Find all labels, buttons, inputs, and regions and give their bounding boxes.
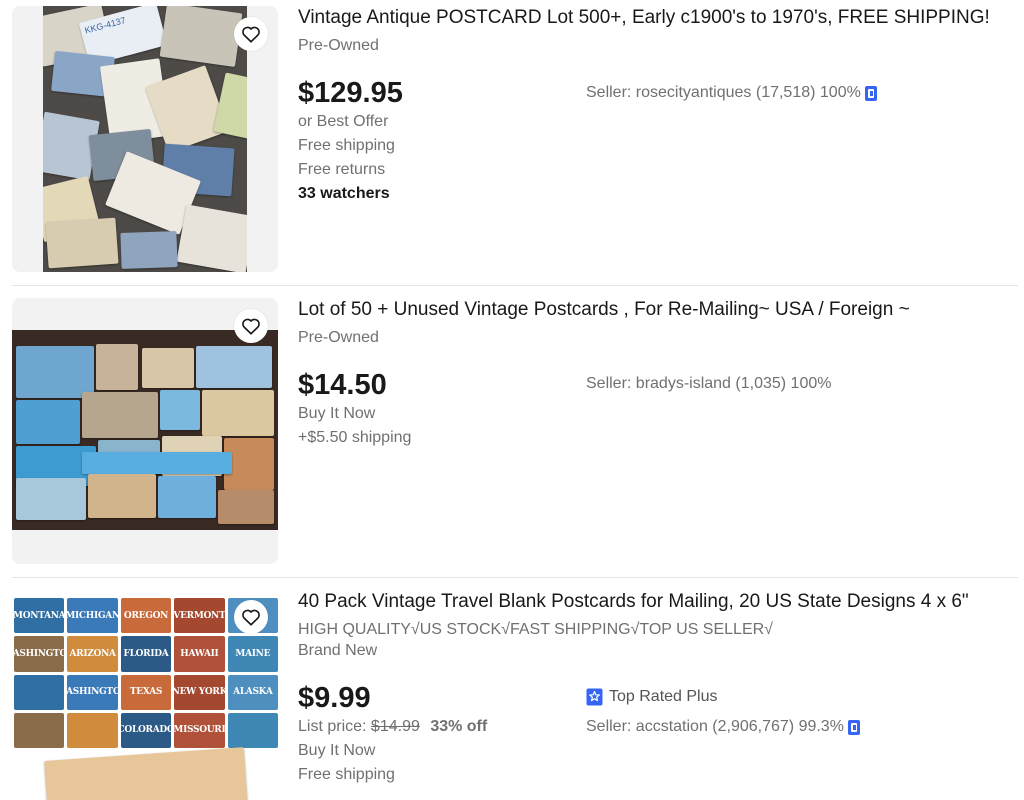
state-postcard: ALASKA [227,674,278,710]
listing-image[interactable]: KKG-4137 [12,6,278,272]
shipping-label: Free shipping [298,766,395,783]
state-postcard: MONTANA [14,598,65,634]
state-postcard-label: FLORIDA [123,648,169,659]
seller-text: Seller: bradys-island (1,035) 100% [586,375,832,392]
state-postcard-label: HAWAII [180,648,219,659]
returns-label: Free returns [298,161,386,178]
list-price-label: List price: [298,718,367,735]
shipping-label: Free shipping [298,137,395,154]
listing-title[interactable]: Vintage Antique POSTCARD Lot 500+, Early… [298,6,990,30]
state-postcard-label: MAINE [235,648,271,659]
seller-info: Seller: bradys-island (1,035) 100% [586,374,831,394]
postcard-pile-photo: KKG-4137 [43,6,247,272]
heart-icon [242,26,260,43]
state-postcard [67,712,118,748]
price: $129.95 [298,77,403,109]
state-postcard-label: ARIZONA [69,648,116,659]
top-rated-text: Top Rated Plus [609,688,718,705]
state-postcard: MICHIGAN [67,598,118,634]
state-postcard: OREGON [120,598,172,634]
listing-subtitle: HIGH QUALITY√US STOCK√FAST SHIPPING√TOP … [298,621,773,638]
state-postcard: FLORIDA [120,636,172,672]
verified-seller-icon [864,86,877,101]
listing-item: KKG-4137 Vintage Antique POSTCARD Lot 50… [0,0,1024,285]
listing-image[interactable] [12,298,278,564]
seller-text: Seller: accstation (2,906,767) 99.3% [586,718,844,735]
state-postcard-label: MICHIGAN [67,610,118,621]
seller-info: Seller: rosecityantiques (17,518) 100% [586,83,878,103]
price: $9.99 [298,682,371,714]
postcard-collage-photo [12,330,278,530]
watch-button[interactable] [234,309,268,343]
listing-item: MONTANAMICHIGAN OREGON VERMONT WASHINGTON AR… [0,578,1024,800]
verified-seller-icon [847,720,860,735]
price: $14.50 [298,369,387,401]
condition-label: Pre-Owned [298,329,379,346]
state-postcard: VERMONT [174,598,225,634]
buy-it-now-label: Buy It Now [298,742,376,759]
list-price-line: List price: $14.99 33% off [298,717,487,737]
postcard-pack [44,747,248,800]
state-postcard: MISSOURI [174,712,225,748]
state-postcard [14,674,65,710]
heart-icon [242,609,260,626]
state-postcard-label: VERMONT [174,610,225,621]
state-postcard-label: MISSOURI [174,725,225,736]
state-postcard-label: WASHINGTON [67,687,118,698]
seller-text: Seller: rosecityantiques (17,518) 100% [586,84,861,101]
listing-image[interactable]: MONTANAMICHIGAN OREGON VERMONT WASHINGTON AR… [12,590,278,800]
top-rated-badge-icon [586,688,603,706]
top-rated-plus-badge: Top Rated Plus [586,687,718,707]
state-postcard-label: MONTANA [14,610,65,621]
state-postcard: ARIZONA [67,636,118,672]
discount-label: 33% off [430,718,488,735]
state-postcard: TEXAS [120,674,172,710]
state-postcard: NEW YORK [174,674,225,710]
state-postcard: HAWAII [174,636,225,672]
shipping-label: +$5.50 shipping [298,429,412,446]
condition-label: Brand New [298,642,378,659]
state-postcard-label: ALASKA [233,687,273,698]
state-postcard [14,712,65,748]
listing-item: Lot of 50 + Unused Vintage Postcards , F… [0,286,1024,577]
state-postcard-label: TEXAS [129,687,163,698]
list-price: $14.99 [370,718,420,735]
state-postcard: COLORADO [120,712,172,748]
state-postcard-label: NEW YORK [174,687,225,698]
watchers-count: 33 watchers [298,185,390,202]
state-postcard-label: OREGON [123,610,169,621]
condition-label: Pre-Owned [298,37,379,54]
state-postcard: WASHINGTON [67,674,118,710]
listing-title[interactable]: Lot of 50 + Unused Vintage Postcards , F… [298,298,910,322]
buy-it-now-label: Buy It Now [298,405,376,422]
heart-icon [242,318,260,335]
state-postcard: WASHINGTON [14,636,65,672]
listing-title[interactable]: 40 Pack Vintage Travel Blank Postcards f… [298,590,969,614]
watch-button[interactable] [234,17,268,51]
seller-info: Seller: accstation (2,906,767) 99.3% [586,717,861,737]
state-postcard-label: WASHINGTON [14,648,65,659]
state-postcard-label: COLORADO [120,725,172,736]
best-offer-label: or Best Offer [298,113,389,130]
state-postcard: MAINE [227,636,278,672]
watch-button[interactable] [234,600,268,634]
state-postcard [227,712,278,748]
